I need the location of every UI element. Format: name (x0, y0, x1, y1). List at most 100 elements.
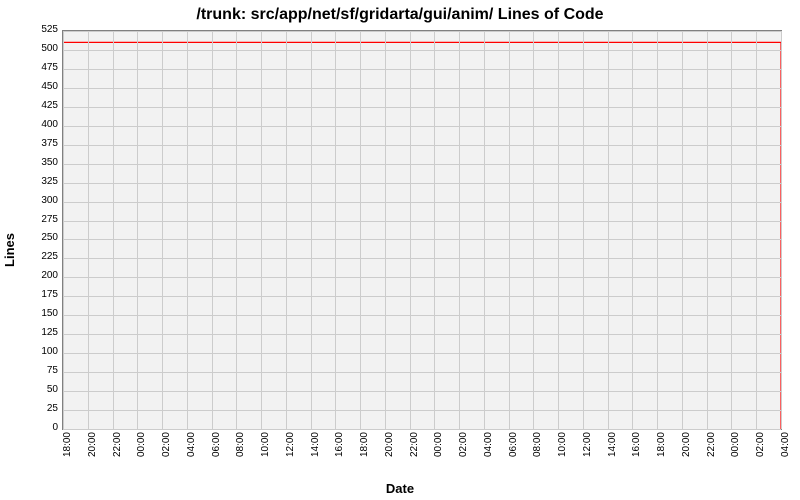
x-tick-label: 20:00 (384, 432, 395, 472)
gridline-v (484, 31, 485, 429)
x-tick-label: 18:00 (359, 432, 370, 472)
gridline-h (63, 107, 781, 108)
x-tick-label: 16:00 (631, 432, 642, 472)
y-axis-label: Lines (2, 233, 17, 267)
gridline-v (162, 31, 163, 429)
x-tick-label: 12:00 (285, 432, 296, 472)
x-tick-label: 22:00 (706, 432, 717, 472)
gridline-v (459, 31, 460, 429)
gridline-h (63, 69, 781, 70)
chart-title: /trunk: src/app/net/sf/gridarta/gui/anim… (0, 6, 800, 24)
gridline-v (583, 31, 584, 429)
gridline-v (236, 31, 237, 429)
gridline-h (63, 353, 781, 354)
gridline-v (632, 31, 633, 429)
gridline-h (63, 145, 781, 146)
y-tick-label: 350 (28, 158, 58, 168)
gridline-v (286, 31, 287, 429)
x-axis-label: Date (0, 481, 800, 496)
gridline-h (63, 277, 781, 278)
x-tick-label: 12:00 (582, 432, 593, 472)
x-tick-label: 00:00 (136, 432, 147, 472)
x-tick-label: 20:00 (681, 432, 692, 472)
gridline-v (113, 31, 114, 429)
gridline-h (63, 391, 781, 392)
x-tick-label: 22:00 (409, 432, 420, 472)
y-tick-label: 0 (28, 423, 58, 433)
gridline-v (261, 31, 262, 429)
x-tick-label: 06:00 (211, 432, 222, 472)
x-tick-label: 08:00 (532, 432, 543, 472)
gridline-v (657, 31, 658, 429)
x-tick-label: 06:00 (508, 432, 519, 472)
x-tick-label: 10:00 (260, 432, 271, 472)
x-tick-label: 10:00 (557, 432, 568, 472)
gridline-h (63, 202, 781, 203)
chart-container: /trunk: src/app/net/sf/gridarta/gui/anim… (0, 0, 800, 500)
x-tick-label: 16:00 (334, 432, 345, 472)
y-tick-label: 425 (28, 101, 58, 111)
gridline-h (63, 88, 781, 89)
gridline-v (731, 31, 732, 429)
gridline-v (63, 31, 64, 429)
x-tick-label: 08:00 (235, 432, 246, 472)
gridline-v (410, 31, 411, 429)
x-tick-label: 04:00 (186, 432, 197, 472)
x-tick-label: 14:00 (310, 432, 321, 472)
gridline-v (682, 31, 683, 429)
x-tick-label: 02:00 (161, 432, 172, 472)
y-tick-label: 400 (28, 120, 58, 130)
data-line (63, 31, 781, 429)
x-tick-label: 02:00 (458, 432, 469, 472)
x-tick-label: 04:00 (780, 432, 791, 472)
y-tick-label: 300 (28, 196, 58, 206)
y-tick-label: 25 (28, 404, 58, 414)
gridline-h (63, 410, 781, 411)
gridline-v (707, 31, 708, 429)
y-tick-label: 75 (28, 366, 58, 376)
x-tick-label: 04:00 (483, 432, 494, 472)
y-tick-label: 275 (28, 215, 58, 225)
gridline-h (63, 183, 781, 184)
y-tick-label: 150 (28, 309, 58, 319)
gridline-h (63, 372, 781, 373)
x-tick-label: 18:00 (656, 432, 667, 472)
gridline-h (63, 50, 781, 51)
x-tick-label: 00:00 (433, 432, 444, 472)
x-tick-label: 00:00 (730, 432, 741, 472)
y-tick-label: 250 (28, 233, 58, 243)
gridline-v (608, 31, 609, 429)
y-tick-label: 225 (28, 252, 58, 262)
x-tick-label: 02:00 (755, 432, 766, 472)
y-tick-label: 100 (28, 347, 58, 357)
y-tick-label: 375 (28, 139, 58, 149)
gridline-v (137, 31, 138, 429)
gridline-h (63, 429, 781, 430)
y-tick-label: 50 (28, 385, 58, 395)
y-tick-label: 325 (28, 177, 58, 187)
gridline-h (63, 31, 781, 32)
x-tick-label: 18:00 (62, 432, 73, 472)
y-tick-label: 175 (28, 290, 58, 300)
y-tick-label: 125 (28, 328, 58, 338)
gridline-h (63, 315, 781, 316)
series-line (63, 42, 781, 429)
y-tick-label: 500 (28, 44, 58, 54)
y-tick-label: 200 (28, 271, 58, 281)
gridline-h (63, 239, 781, 240)
gridline-v (434, 31, 435, 429)
plot-area (62, 30, 782, 430)
x-tick-label: 14:00 (607, 432, 618, 472)
gridline-v (533, 31, 534, 429)
gridline-v (212, 31, 213, 429)
gridline-h (63, 296, 781, 297)
x-tick-label: 20:00 (87, 432, 98, 472)
gridline-h (63, 221, 781, 222)
gridline-v (385, 31, 386, 429)
gridline-v (781, 31, 782, 429)
gridline-v (335, 31, 336, 429)
gridline-v (360, 31, 361, 429)
gridline-h (63, 334, 781, 335)
gridline-h (63, 258, 781, 259)
gridline-v (311, 31, 312, 429)
